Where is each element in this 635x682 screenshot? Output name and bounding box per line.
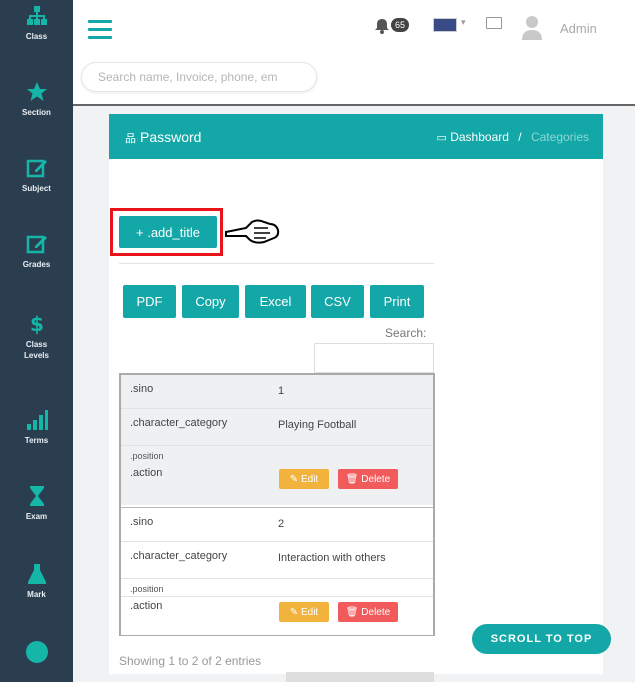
cell-value: Playing Football	[278, 419, 357, 431]
sidebar-item-label: Grades	[22, 260, 51, 269]
pagination-bar	[286, 672, 434, 682]
sidebar-item-exam[interactable]: Exam	[0, 484, 73, 522]
data-table: .sino 1 .character_category Playing Foot…	[119, 373, 435, 636]
breadcrumb: ▭ Dashboard / Categories	[436, 130, 589, 144]
sidebar-item-label: Class Levels	[24, 340, 49, 360]
dollar-icon: $	[30, 312, 44, 336]
sidebar-item-terms[interactable]: Terms	[0, 408, 73, 446]
sidebar-item-class[interactable]: Class	[0, 4, 73, 42]
cell-value: 2	[278, 518, 285, 530]
edit-button[interactable]: ✎ Edit	[279, 602, 329, 622]
table-search-label: Search:	[385, 326, 427, 340]
export-excel-button[interactable]: Excel	[245, 285, 306, 318]
cell-label: .action	[130, 467, 163, 479]
sidebar-item-grades[interactable]: Grades	[0, 232, 73, 270]
sidebar-item-more[interactable]	[0, 640, 73, 664]
star-icon	[26, 82, 47, 101]
table-info: Showing 1 to 2 of 2 entries	[119, 654, 262, 668]
sidebar-item-label: Class	[25, 32, 48, 41]
pointing-hand-icon	[225, 219, 280, 244]
sidebar-item-label: Subject	[22, 184, 51, 193]
cell-label: .position	[130, 584, 164, 594]
bell-icon	[375, 19, 389, 34]
cell-label: .sino	[130, 383, 154, 395]
breadcrumb-separator: /	[518, 130, 522, 144]
flask-icon	[27, 564, 46, 584]
sidebar: Class Section Subject Grades $ Class Lev…	[0, 0, 73, 682]
panel-header: 品 Password ▭ Dashboard / Categories	[109, 114, 603, 159]
sidebar-item-label: Terms	[24, 436, 49, 445]
edit-icon	[26, 235, 47, 254]
sitemap-icon: 品	[125, 133, 136, 145]
signal-icon	[26, 410, 48, 430]
notifications[interactable]: 65	[373, 16, 413, 36]
cell-label: .character_category	[130, 550, 228, 562]
cell-label: .action	[130, 600, 163, 612]
export-print-button[interactable]: Print	[370, 285, 424, 318]
breadcrumb-home[interactable]: Dashboard	[450, 130, 509, 144]
sidebar-item-mark[interactable]: Mark	[0, 562, 73, 600]
uk-flag-icon[interactable]	[433, 18, 457, 32]
hourglass-icon	[29, 486, 44, 506]
sidebar-item-section[interactable]: Section	[0, 80, 73, 118]
sitemap-icon	[26, 6, 47, 25]
table-row: .sino 2 .character_category Interaction …	[121, 507, 433, 635]
export-csv-button[interactable]: CSV	[311, 285, 364, 318]
cell-label: .position	[130, 451, 164, 461]
page-title: 品 Password	[125, 129, 202, 145]
sidebar-item-class-levels[interactable]: $ Class Levels	[0, 312, 73, 361]
sidebar-item-label: Section	[22, 108, 51, 117]
export-pdf-button[interactable]: PDF	[123, 285, 176, 318]
menu-toggle-icon[interactable]	[88, 20, 112, 40]
table-search-input[interactable]	[314, 343, 434, 373]
cell-value: 1	[278, 385, 285, 397]
delete-button[interactable]: 🗑 Delete	[338, 602, 398, 622]
cell-value: Interaction with others	[278, 552, 386, 564]
cell-label: .sino	[130, 516, 154, 528]
sidebar-item-subject[interactable]: Subject	[0, 156, 73, 194]
circle-check-icon	[25, 641, 48, 663]
add-button[interactable]: + .add_title	[119, 216, 217, 248]
user-name[interactable]: Admin	[560, 21, 597, 36]
cell-label: .character_category	[130, 417, 228, 429]
breadcrumb-current: Categories	[530, 130, 589, 144]
notification-badge: 65	[391, 18, 410, 32]
delete-button[interactable]: 🗑 Delete	[338, 469, 398, 489]
edit-icon	[26, 159, 47, 178]
svg-text:$: $	[30, 312, 44, 336]
search-input[interactable]	[98, 63, 308, 91]
sidebar-item-label: Exam	[25, 512, 48, 521]
sidebar-item-label: Mark	[27, 590, 46, 599]
search-bar[interactable]	[81, 62, 317, 92]
table-row: .sino 1 .character_category Playing Foot…	[121, 375, 433, 505]
laptop-icon: ▭	[436, 132, 447, 144]
chevron-down-icon[interactable]: ▾	[461, 17, 466, 28]
scroll-to-top-button[interactable]: SCROLL TO TOP	[472, 624, 611, 654]
divider	[119, 263, 434, 264]
avatar[interactable]	[521, 14, 543, 40]
topbar: 65 ▾ Admin	[73, 0, 635, 106]
export-copy-button[interactable]: Copy	[182, 285, 239, 318]
edit-button[interactable]: ✎ Edit	[279, 469, 329, 489]
mail-icon[interactable]	[486, 17, 502, 29]
